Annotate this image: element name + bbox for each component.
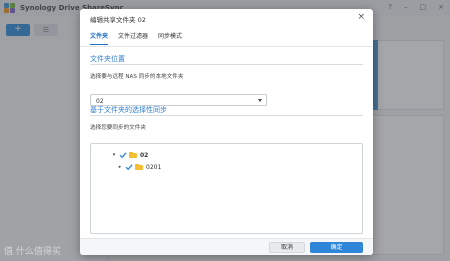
watermark: 值 什么值得买 (4, 247, 61, 257)
caret-down-icon[interactable]: ▾ (111, 152, 117, 158)
tab-folder[interactable]: 文件夹 (90, 31, 109, 45)
local-folder-label: 选择要与远程 NAS 同步的本地文件夹 (90, 74, 184, 80)
chevron-down-icon (258, 99, 262, 102)
folder-icon (135, 164, 143, 170)
tree-item-label[interactable]: 02 (140, 152, 148, 159)
checkmark-icon[interactable] (125, 163, 133, 171)
tab-file-filter[interactable]: 文件过滤器 (118, 31, 148, 45)
cancel-button[interactable]: 取消 (269, 242, 305, 253)
tab-sync-mode[interactable]: 同步模式 (158, 31, 182, 45)
tree-row: ▾ 02 (111, 150, 149, 160)
dialog-tabs: 文件夹 文件过滤器 同步模式 (90, 31, 182, 45)
selective-sync-heading: 基于文件夹的选择性同步 (90, 106, 167, 114)
caret-right-icon[interactable]: ▸ (117, 164, 123, 170)
section-divider (90, 64, 363, 65)
ok-button[interactable]: 确定 (310, 242, 363, 253)
edit-shared-folder-dialog: 编辑共享文件夹 02 × 文件夹 文件过滤器 同步模式 文件夹位置 选择要与远程… (80, 9, 373, 255)
tab-divider (80, 46, 373, 47)
local-folder-value: 02 (96, 97, 104, 105)
folder-tree: ▾ 02 ▸ 0201 (90, 143, 363, 234)
dialog-footer: 取消 确定 (80, 238, 373, 255)
section-divider (90, 115, 363, 116)
tree-row: ▸ 0201 (117, 162, 162, 172)
dialog-title: 编辑共享文件夹 02 (90, 16, 146, 24)
folder-location-heading: 文件夹位置 (90, 55, 125, 63)
tree-item-label[interactable]: 0201 (146, 164, 161, 171)
checkmark-icon[interactable] (119, 151, 127, 159)
folder-icon (129, 152, 137, 158)
close-icon[interactable]: × (357, 12, 365, 22)
dialog-header: 编辑共享文件夹 02 × (80, 9, 373, 26)
select-folders-label: 选择您要同步的文件夹 (90, 125, 146, 131)
